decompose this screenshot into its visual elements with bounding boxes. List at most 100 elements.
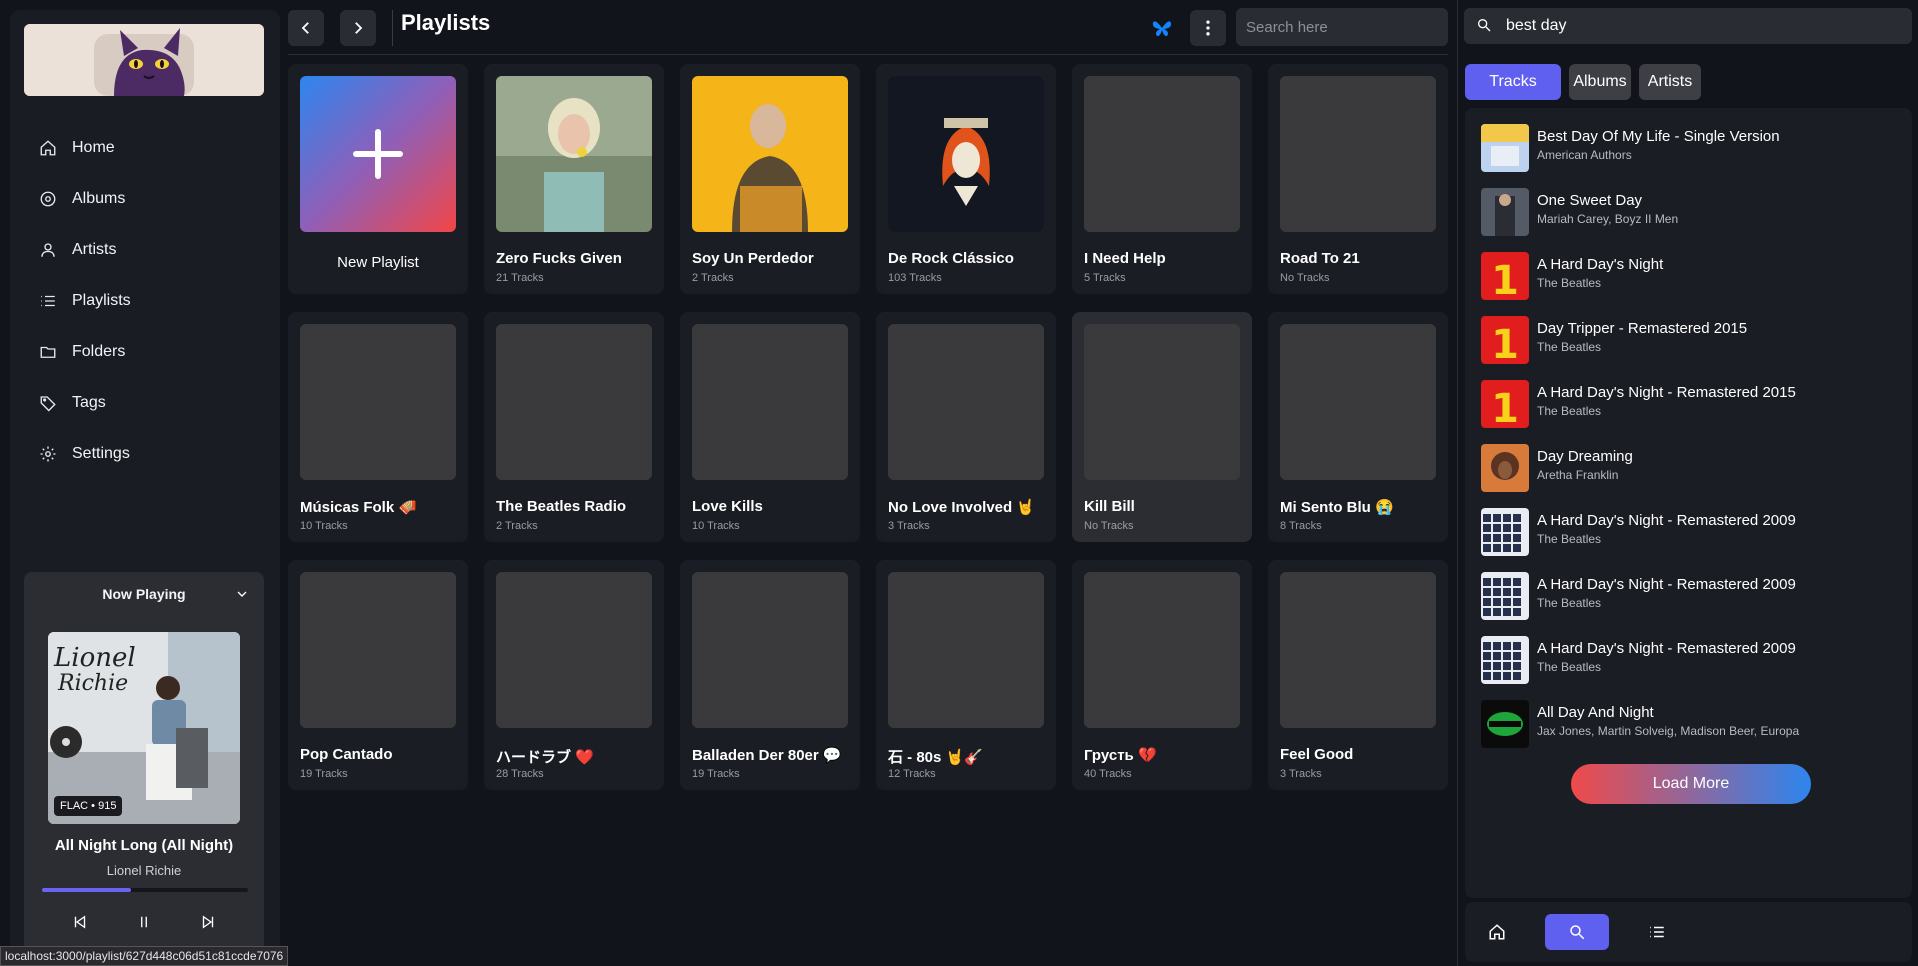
new-playlist-card[interactable]: New Playlist [288, 64, 468, 294]
track-title: A Hard Day's Night - Remastered 2009 [1537, 512, 1796, 529]
playlist-track-count: 21 Tracks [496, 272, 544, 284]
playlist-card[interactable]: Balladen Der 80er 💬 19 Tracks [680, 560, 860, 790]
playlist-card[interactable]: Zero Fucks Given 21 Tracks [484, 64, 664, 294]
playlist-card[interactable]: Mi Sento Blu 😭 8 Tracks [1268, 312, 1448, 542]
right-search-input[interactable] [1506, 8, 1886, 44]
playlist-name: Love Kills [692, 498, 763, 515]
playlist-track-count: 3 Tracks [888, 520, 930, 532]
search-icon [1570, 925, 1585, 940]
page-title: Playlists [401, 10, 491, 35]
forward-button[interactable] [340, 10, 376, 46]
bottom-nav-queue[interactable] [1625, 914, 1689, 950]
app-logo[interactable] [24, 24, 264, 96]
track-result[interactable]: 1 Day Tripper - Remastered 2015 The Beat… [1481, 316, 1901, 364]
track-thumbnail [1481, 572, 1529, 620]
playlist-card[interactable]: Feel Good 3 Tracks [1268, 560, 1448, 790]
svg-text:1: 1 [1491, 258, 1519, 300]
track-result[interactable]: 1 A Hard Day's Night - Remastered 2015 T… [1481, 380, 1901, 428]
tab-tracks[interactable]: Tracks [1465, 64, 1561, 100]
butterfly-icon[interactable] [1150, 16, 1174, 40]
playlist-track-count: 19 Tracks [692, 768, 740, 780]
track-result[interactable]: A Hard Day's Night - Remastered 2009 The… [1481, 636, 1901, 684]
track-artist: The Beatles [1537, 276, 1602, 290]
playlist-card[interactable]: Love Kills 10 Tracks [680, 312, 860, 542]
home-icon [1489, 924, 1505, 940]
playlist-name: Pop Cantado [300, 746, 393, 763]
playlist-card[interactable]: 石 - 80s 🤘🎸 12 Tracks [876, 560, 1056, 790]
nav-item-tags[interactable]: Tags [24, 377, 266, 428]
playlist-track-count: 3 Tracks [1280, 768, 1322, 780]
playlist-cover [300, 572, 456, 728]
playlist-name: New Playlist [337, 254, 419, 271]
track-result[interactable]: Best Day Of My Life - Single Version Ame… [1481, 124, 1901, 172]
nav-item-albums[interactable]: Albums [24, 173, 266, 224]
playlist-cover [1084, 76, 1240, 232]
cat-logo-image [24, 24, 264, 96]
track-result[interactable]: Day Dreaming Aretha Franklin [1481, 444, 1901, 492]
track-thumbnail [1481, 508, 1529, 556]
progress-bar[interactable] [42, 888, 248, 892]
playlist-card[interactable]: I Need Help 5 Tracks [1072, 64, 1252, 294]
progress-fill [42, 888, 131, 892]
bottom-nav-search[interactable] [1545, 914, 1609, 950]
playlist-cover [496, 324, 652, 480]
tab-albums[interactable]: Albums [1569, 64, 1631, 100]
playlist-cover [300, 324, 456, 480]
nav-item-artists[interactable]: Artists [24, 224, 266, 275]
playlist-cover [1084, 572, 1240, 728]
previous-button[interactable] [66, 908, 94, 936]
track-result[interactable]: A Hard Day's Night - Remastered 2009 The… [1481, 508, 1901, 556]
back-button[interactable] [288, 10, 324, 46]
nav-item-playlists[interactable]: Playlists [24, 275, 266, 326]
playlist-card[interactable]: No Love Involved 🤘 3 Tracks [876, 312, 1056, 542]
track-thumbnail: 1 [1481, 316, 1529, 364]
track-artist: The Beatles [1537, 340, 1602, 354]
track-result[interactable]: One Sweet Day Mariah Carey, Boyz II Men [1481, 188, 1901, 236]
playlist-card[interactable]: Soy Un Perdedor 2 Tracks [680, 64, 860, 294]
playlist-card[interactable]: Грусть 💔 40 Tracks [1072, 560, 1252, 790]
track-thumbnail [1481, 700, 1529, 748]
track-title: Best Day Of My Life - Single Version [1537, 128, 1780, 145]
load-more-button[interactable]: Load More [1571, 764, 1811, 804]
nav-label: Home [72, 138, 115, 156]
search-input[interactable] [1236, 8, 1448, 46]
format-badge: FLAC • 915 [54, 796, 123, 816]
playlist-card[interactable]: The Beatles Radio 2 Tracks [484, 312, 664, 542]
playlist-card[interactable]: Road To 21 No Tracks [1268, 64, 1448, 294]
next-button[interactable] [194, 908, 222, 936]
nav-item-folders[interactable]: Folders [24, 326, 266, 377]
playlist-track-count: No Tracks [1084, 520, 1134, 532]
playlist-card[interactable]: Pop Cantado 19 Tracks [288, 560, 468, 790]
right-panel-divider [1457, 0, 1458, 966]
svg-text:Lionel: Lionel [53, 643, 136, 673]
track-result[interactable]: A Hard Day's Night - Remastered 2009 The… [1481, 572, 1901, 620]
tab-artists[interactable]: Artists [1639, 64, 1701, 100]
chevron-down-icon[interactable] [234, 586, 250, 602]
playlist-name: No Love Involved 🤘 [888, 499, 1036, 516]
nav-item-settings[interactable]: Settings [24, 428, 266, 479]
now-playing-artist[interactable]: Lionel Richie [24, 863, 264, 878]
track-artist: The Beatles [1537, 596, 1602, 610]
track-result[interactable]: All Day And Night Jax Jones, Martin Solv… [1481, 700, 1901, 748]
track-artist: The Beatles [1537, 660, 1602, 674]
playlist-cover-image [888, 76, 1044, 232]
pause-button[interactable] [130, 908, 158, 936]
now-playing-title[interactable]: All Night Long (All Night) [24, 837, 264, 854]
playlist-cover [1280, 324, 1436, 480]
nav-item-home[interactable]: Home [24, 122, 266, 173]
playlist-cover [496, 572, 652, 728]
playlist-track-count: 40 Tracks [1084, 768, 1132, 780]
playlist-card[interactable]: Kill Bill No Tracks [1072, 312, 1252, 542]
search-results: Best Day Of My Life - Single Version Ame… [1465, 108, 1912, 898]
track-result[interactable]: 1 A Hard Day's Night The Beatles [1481, 252, 1901, 300]
bottom-nav-home[interactable] [1465, 914, 1529, 950]
playlist-track-count: 10 Tracks [300, 520, 348, 532]
more-options-button[interactable] [1190, 10, 1226, 46]
playlist-card[interactable]: De Rock Clássico 103 Tracks [876, 64, 1056, 294]
track-title: Day Dreaming [1537, 448, 1633, 465]
header-divider [288, 54, 1448, 55]
playlist-card[interactable]: ハードラブ ❤️ 28 Tracks [484, 560, 664, 790]
playlist-card[interactable]: Músicas Folk 🪗 10 Tracks [288, 312, 468, 542]
playlist-name: The Beatles Radio [496, 498, 627, 515]
playback-controls [24, 908, 264, 936]
